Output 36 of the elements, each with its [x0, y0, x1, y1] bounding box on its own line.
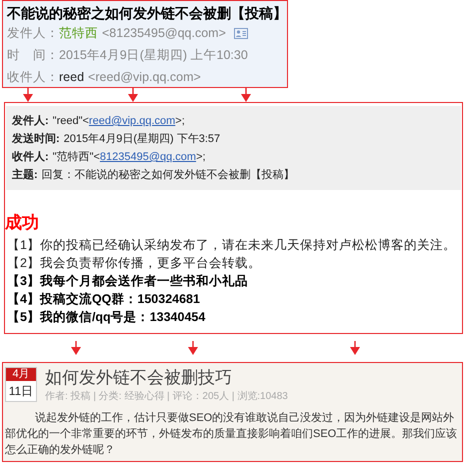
message-line: 【5】我的微信/qq号是：13340454	[7, 309, 206, 326]
sender-name: reed	[59, 69, 84, 86]
arrow-icon	[350, 341, 360, 355]
status-text: 成功	[5, 212, 40, 234]
header-value: 回复：不能说的秘密之如何发外链不会被删【投稿】	[42, 168, 295, 183]
arrow-icon	[71, 341, 81, 355]
field-label: 时 间：	[7, 47, 59, 64]
date-month: 4月	[6, 368, 36, 381]
email-link[interactable]: reed@vip.qq.com	[88, 112, 176, 130]
header-value: "范特西"<	[52, 150, 100, 165]
arrow-icon	[188, 341, 198, 355]
header-label: 发送时间:	[12, 132, 60, 147]
header-value: 2015年4月9日(星期四) 下午3:57	[64, 132, 220, 147]
header-label: 发件人:	[12, 114, 49, 129]
message-line: 【2】我会负责帮你传播，更多平台会转载。	[7, 255, 262, 272]
header-label: 主题:	[12, 168, 38, 183]
mail-subject: 不能说的秘密之如何发外链不会被删【投稿】	[7, 4, 283, 22]
message-line: 【3】我每个月都会送作者一些书和小礼品	[7, 273, 249, 290]
message-line: 【1】你的投稿已经确认采纳发布了，请在未来几天保持对卢松松博客的关注。	[7, 237, 457, 254]
header-value: >;	[175, 114, 185, 129]
field-value: <reed@vip.qq.com>	[88, 69, 201, 86]
header-value: "reed"<	[52, 114, 89, 129]
message-line: 【4】投稿交流QQ群：150324681	[7, 291, 201, 308]
header-value: >;	[196, 150, 206, 165]
post-paragraph: 说起发外链的工作，估计只要做SEO的没有谁敢说自己没发过，因为外链建设是网站外部优化的一个非常重要的环节，外链发布的质量直接影响着咱们SEO工作的进展。那我们应该怎么正确的发外链呢？	[5, 411, 458, 458]
field-value: <81235495@qq.com>	[102, 25, 226, 42]
post-meta: 作者: 投稿 | 分类: 经验心得 | 评论：205人 | 浏览:10483	[45, 390, 288, 404]
header-label: 收件人:	[12, 150, 49, 165]
contact-card-icon[interactable]	[234, 28, 248, 38]
field-label: 收件人：	[7, 69, 59, 86]
field-label: 发件人：	[7, 25, 59, 42]
sender-name: 范特西	[59, 25, 98, 42]
post-title: 如何发外链不会被删技巧	[45, 367, 233, 389]
email-link[interactable]: 81235495@qq.com	[100, 148, 196, 166]
date-day: 11日	[8, 381, 34, 401]
field-value: 2015年4月9日(星期四) 上午10:30	[59, 47, 248, 64]
